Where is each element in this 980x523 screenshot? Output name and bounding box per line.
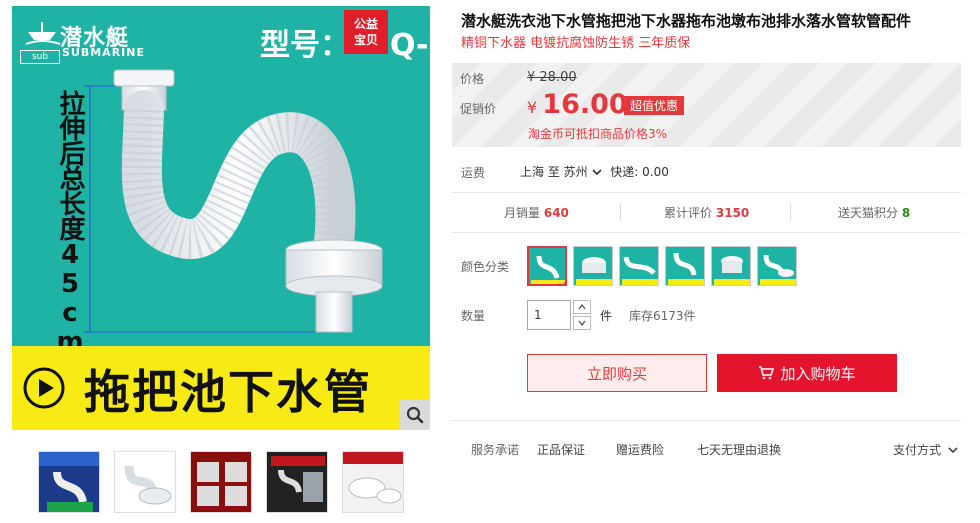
swatch-6[interactable] xyxy=(757,246,797,286)
stock-count: 库存6173件 xyxy=(629,309,696,323)
add-to-cart-label: 加入购物车 xyxy=(780,364,856,383)
swatch-1[interactable] xyxy=(527,246,567,286)
quantity-increase-button[interactable] xyxy=(573,300,591,314)
stats-row: 月销量 640 累计评价 3150 送天猫积分 8 xyxy=(452,200,961,226)
price-label: 价格 xyxy=(460,72,485,86)
currency-symbol: ¥ xyxy=(527,98,538,117)
chevron-down-icon xyxy=(592,169,603,176)
price-panel: 价格 ¥ 28.00 促销价 ¥ 16.00 超值优惠 淘金币可抵扣商品价格3% xyxy=(452,63,961,147)
shipping-route[interactable]: 上海 至 苏州 快递: 0.00 xyxy=(520,163,669,180)
monthly-sales-label: 月销量 xyxy=(504,206,541,220)
tmall-points-value: 8 xyxy=(901,206,911,220)
chevron-down-icon xyxy=(578,320,586,326)
thumbnail-3[interactable] xyxy=(190,451,252,513)
chevron-up-icon xyxy=(578,304,586,310)
service-item-genuine[interactable]: 正品保证 xyxy=(537,441,585,458)
payment-methods-label: 支付方式 xyxy=(893,443,942,457)
swatch-5[interactable] xyxy=(711,246,751,286)
stat-divider xyxy=(620,203,621,221)
length-caption: 拉伸后总长度45cm xyxy=(55,90,85,356)
shipping-row: 运费 上海 至 苏州 快递: 0.00 xyxy=(452,160,961,184)
buy-now-button[interactable]: 立即购买 xyxy=(527,354,707,392)
tmall-points-label: 送天猫积分 xyxy=(838,206,899,220)
promo-price-label: 促销价 xyxy=(460,102,497,116)
quantity-input[interactable] xyxy=(527,300,571,330)
stat-divider xyxy=(790,203,791,221)
divider xyxy=(452,192,961,193)
service-item-return[interactable]: 七天无理由退换 xyxy=(697,441,781,458)
service-item-shipping-insurance[interactable]: 赠运费险 xyxy=(616,441,664,458)
divider xyxy=(452,420,961,421)
image-banner: 拖把池下水管 xyxy=(12,346,430,430)
review-count-label: 累计评价 xyxy=(664,206,713,220)
swatch-3[interactable] xyxy=(619,246,659,286)
promo-price: ¥ 16.00 xyxy=(527,89,628,120)
shipping-route-text: 上海 至 苏州 xyxy=(520,165,588,179)
promo-price-value: 16.00 xyxy=(542,89,628,120)
swatch-2[interactable] xyxy=(573,246,613,286)
shipping-express: 快递: 0.00 xyxy=(610,165,669,179)
promo-tag: 超值优惠 xyxy=(624,96,685,115)
divider xyxy=(452,232,961,233)
quantity-decrease-button[interactable] xyxy=(573,316,591,330)
service-label: 服务承诺 xyxy=(471,443,520,457)
play-icon[interactable] xyxy=(22,366,66,410)
quantity-label: 数量 xyxy=(461,309,486,323)
product-title: 潜水艇洗衣池下水管拖把池下水器拖布池墩布池排水落水管软管配件 xyxy=(461,12,912,30)
monthly-sales-value: 640 xyxy=(543,206,569,220)
swatch-4[interactable] xyxy=(665,246,705,286)
chevron-down-icon xyxy=(948,447,958,454)
tmall-points: 送天猫积分 8 xyxy=(838,204,910,221)
quantity-row: 数量 件 库存6173件 xyxy=(452,300,961,332)
thumbnail-2[interactable] xyxy=(114,451,176,513)
review-count[interactable]: 累计评价 3150 xyxy=(664,204,749,221)
product-subtitle: 精铜下水器 电镀抗腐蚀防生锈 三年质保 xyxy=(461,36,691,51)
review-count-value: 3150 xyxy=(715,206,750,220)
color-option-row: 颜色分类 xyxy=(452,246,961,290)
add-to-cart-button[interactable]: 加入购物车 xyxy=(717,354,897,392)
service-row: 服务承诺 正品保证 赠运费险 七天无理由退换 支付方式 xyxy=(452,440,961,460)
payment-methods[interactable]: 支付方式 xyxy=(893,441,958,458)
cart-icon xyxy=(759,366,775,380)
thumbnail-1[interactable] xyxy=(38,451,100,513)
thumbnail-4[interactable] xyxy=(266,451,328,513)
quantity-unit: 件 xyxy=(600,309,613,323)
shipping-label: 运费 xyxy=(461,166,486,180)
monthly-sales: 月销量 640 xyxy=(504,204,569,221)
banner-title: 拖把池下水管 xyxy=(84,365,372,419)
color-label: 颜色分类 xyxy=(461,260,510,274)
main-product-image[interactable]: 潜水艇 SUBMARINE sub 型号：Q-8 公益 宝贝 xyxy=(12,6,430,430)
coin-discount-note[interactable]: 淘金币可抵扣商品价格3% xyxy=(528,125,667,142)
magnifier-icon[interactable] xyxy=(400,400,430,430)
original-price: ¥ 28.00 xyxy=(527,70,577,85)
thumbnail-5[interactable] xyxy=(342,451,404,513)
